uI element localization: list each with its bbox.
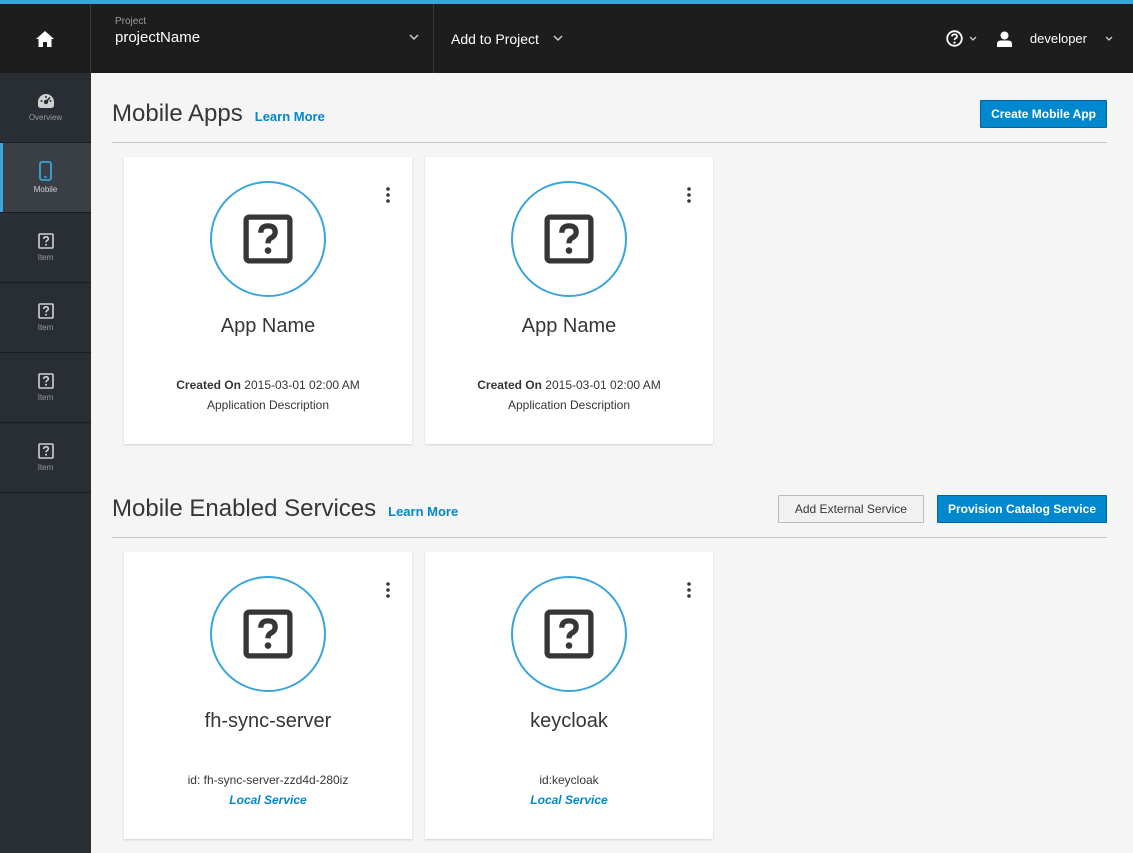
sidebar-item-label: Item — [37, 253, 54, 262]
question-icon — [37, 233, 54, 249]
chevron-down-icon — [1105, 36, 1113, 41]
sidebar-item-label: Mobile — [33, 185, 58, 194]
sidebar-item-item[interactable]: Item — [0, 213, 91, 283]
app-description: Application Description — [507, 398, 631, 412]
chevron-down-icon — [969, 36, 977, 41]
service-icon-circle — [511, 576, 627, 692]
sidebar: Overview Mobile Item Item Item Item — [0, 73, 91, 853]
sidebar-item-mobile[interactable]: Mobile — [0, 143, 91, 213]
learn-more-link[interactable]: Learn More — [255, 105, 325, 129]
app-description: Application Description — [206, 398, 330, 412]
dashboard-icon — [37, 94, 54, 108]
home-icon — [36, 30, 54, 47]
chevron-down-icon — [409, 34, 419, 41]
created-label: Created On — [176, 378, 241, 392]
app-card[interactable]: App Name Created On 2015-03-01 02:00 AM … — [425, 157, 713, 444]
chevron-down-icon — [553, 35, 563, 42]
project-name: projectName — [115, 29, 201, 46]
provision-catalog-service-button[interactable]: Provision Catalog Service — [936, 495, 1107, 523]
sidebar-item-label: Overview — [28, 113, 63, 122]
services-header: Mobile Enabled Services Learn More Add E… — [112, 487, 1107, 538]
add-to-project-label: Add to Project — [451, 30, 539, 47]
created-value: 2015-03-01 02:00 AM — [545, 378, 661, 392]
add-to-project-dropdown[interactable]: Add to Project — [434, 4, 563, 73]
kebab-menu-icon[interactable] — [687, 187, 691, 203]
user-icon — [996, 31, 1012, 47]
project-selector[interactable]: Project projectName — [91, 4, 434, 73]
service-meta: id: fh-sync-server-zzd4d-280iz Local Ser… — [124, 770, 412, 810]
sidebar-item-item[interactable]: Item — [0, 423, 91, 493]
mobile-apps-header: Mobile Apps Learn More Create Mobile App — [112, 92, 1107, 143]
kebab-menu-icon[interactable] — [386, 582, 390, 598]
app-icon-circle — [511, 181, 627, 297]
help-icon — [946, 30, 963, 47]
sidebar-item-overview[interactable]: Overview — [0, 73, 91, 143]
sidebar-item-label: Item — [37, 323, 54, 332]
service-name: keycloak — [530, 710, 608, 732]
help-dropdown[interactable] — [946, 30, 977, 47]
service-type: Local Service — [229, 793, 307, 807]
project-label: Project — [115, 16, 147, 27]
question-icon — [37, 303, 54, 319]
service-card[interactable]: keycloak id:keycloak Local Service — [425, 552, 713, 839]
created-label: Created On — [477, 378, 542, 392]
section-title: Mobile Apps — [112, 100, 243, 127]
service-type: Local Service — [530, 793, 608, 807]
service-meta: id:keycloak Local Service — [425, 770, 713, 810]
kebab-menu-icon[interactable] — [687, 582, 691, 598]
section-title: Mobile Enabled Services — [112, 495, 377, 522]
sidebar-item-item[interactable]: Item — [0, 283, 91, 353]
home-button[interactable] — [0, 4, 91, 73]
service-name: fh-sync-server — [204, 710, 332, 732]
create-mobile-app-button[interactable]: Create Mobile App — [980, 100, 1107, 128]
sidebar-item-item[interactable]: Item — [0, 353, 91, 423]
app-meta: Created On 2015-03-01 02:00 AM Applicati… — [124, 375, 412, 415]
sidebar-item-label: Item — [37, 463, 54, 472]
app-name: App Name — [220, 315, 316, 337]
sidebar-item-label: Item — [37, 393, 54, 402]
question-icon — [243, 609, 293, 659]
service-card[interactable]: fh-sync-server id: fh-sync-server-zzd4d-… — [124, 552, 412, 839]
service-id: id: fh-sync-server-zzd4d-280iz — [187, 773, 349, 787]
user-dropdown[interactable]: developer — [996, 31, 1113, 47]
app-icon-circle — [210, 181, 326, 297]
created-value: 2015-03-01 02:00 AM — [244, 378, 360, 392]
question-icon — [544, 214, 594, 264]
mobile-icon — [39, 161, 52, 181]
add-external-service-button[interactable]: Add External Service — [777, 495, 924, 523]
service-id: id:keycloak — [539, 773, 599, 787]
service-icon-circle — [210, 576, 326, 692]
question-icon — [243, 214, 293, 264]
kebab-menu-icon[interactable] — [386, 187, 390, 203]
learn-more-link[interactable]: Learn More — [388, 500, 458, 524]
user-name: developer — [1029, 31, 1087, 46]
app-name: App Name — [521, 315, 617, 337]
app-meta: Created On 2015-03-01 02:00 AM Applicati… — [425, 375, 713, 415]
question-icon — [37, 443, 54, 459]
question-icon — [37, 373, 54, 389]
question-icon — [544, 609, 594, 659]
top-navbar: Project projectName Add to Project devel… — [0, 0, 1133, 73]
app-card[interactable]: App Name Created On 2015-03-01 02:00 AM … — [124, 157, 412, 444]
